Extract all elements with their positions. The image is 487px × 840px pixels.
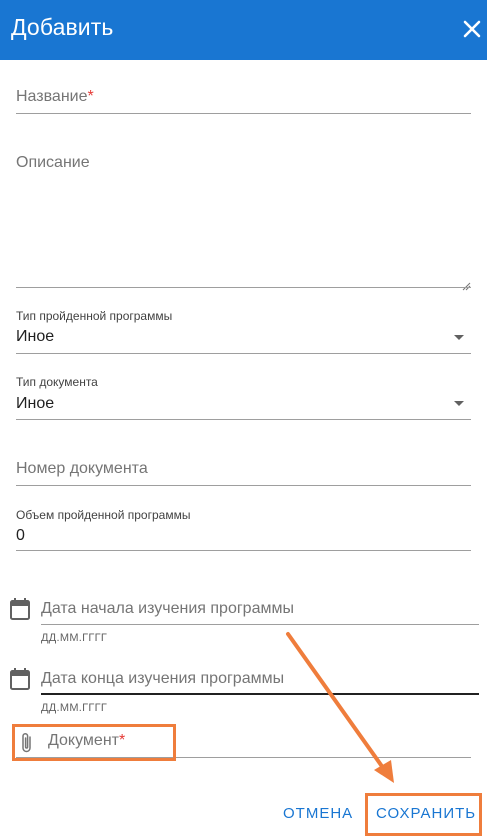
- end-date-placeholder: Дата конца изучения программы: [41, 670, 285, 687]
- name-underline: [16, 113, 471, 114]
- description-field[interactable]: Описание: [16, 150, 471, 291]
- chevron-down-icon[interactable]: [454, 401, 464, 406]
- description-label: Описание: [16, 154, 90, 171]
- start-date-field[interactable]: Дата начала изучения программы ДД.ММ.ГГГ…: [41, 598, 479, 648]
- document-number-label: Номер документа: [16, 460, 148, 477]
- program-type-select[interactable]: Тип пройденной программы Иное: [16, 308, 471, 356]
- calendar-icon[interactable]: [10, 598, 30, 625]
- end-date-field[interactable]: Дата конца изучения программы ДД.ММ.ГГГГ: [41, 668, 479, 718]
- description-underline: [16, 287, 471, 288]
- program-volume-field[interactable]: Объем пройденной программы 0: [16, 507, 471, 553]
- document-type-label: Тип документа: [16, 375, 98, 389]
- program-volume-label: Объем пройденной программы: [16, 508, 191, 522]
- start-date-hint: ДД.ММ.ГГГГ: [41, 632, 108, 644]
- cancel-button[interactable]: ОТМЕНА: [283, 805, 353, 822]
- document-type-select[interactable]: Тип документа Иное: [16, 374, 471, 422]
- start-date-underline: [41, 624, 479, 625]
- annotation-highlight-document: [12, 724, 176, 761]
- dialog-title: Добавить: [11, 14, 114, 40]
- program-type-label: Тип пройденной программы: [16, 309, 173, 323]
- program-volume-value: 0: [16, 527, 25, 544]
- document-number-field[interactable]: Номер документа: [16, 457, 471, 487]
- end-date-hint: ДД.ММ.ГГГГ: [41, 702, 108, 714]
- document-number-underline: [16, 485, 471, 486]
- annotation-arrow: [286, 632, 394, 783]
- end-date-underline: [41, 693, 479, 695]
- document-type-underline: [16, 419, 471, 420]
- required-mark: *: [87, 88, 94, 105]
- chevron-down-icon[interactable]: [454, 335, 464, 340]
- name-field[interactable]: Название*: [16, 85, 471, 115]
- program-type-value: Иное: [16, 328, 55, 345]
- close-icon[interactable]: [459, 15, 485, 43]
- name-label: Название*: [16, 88, 94, 105]
- program-type-underline: [16, 353, 471, 354]
- annotation-highlight-save: [365, 793, 482, 836]
- start-date-placeholder: Дата начала изучения программы: [41, 600, 294, 617]
- program-volume-underline: [16, 550, 471, 551]
- document-type-value: Иное: [16, 395, 55, 412]
- dialog-header: Добавить: [0, 0, 487, 60]
- calendar-icon[interactable]: [10, 668, 30, 695]
